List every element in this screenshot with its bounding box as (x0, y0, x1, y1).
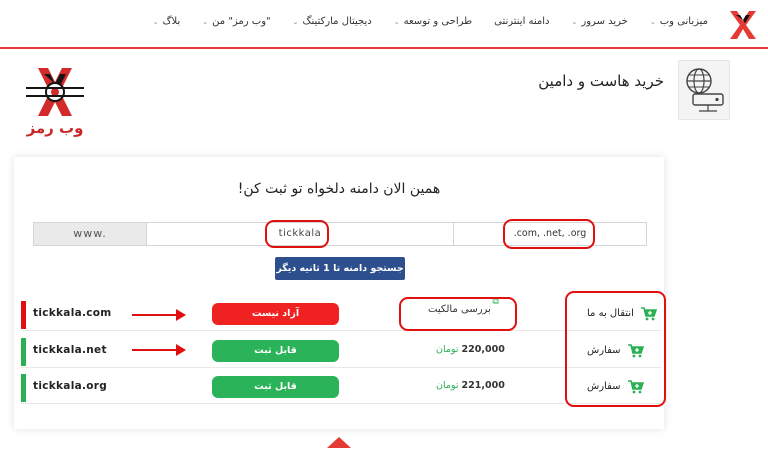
nav-item-design-development[interactable]: طراحی و توسعه ⌄ (394, 16, 472, 27)
highlight-domain-input (265, 220, 329, 248)
nav-menu: میزبانی وب ⌄ خرید سرور ⌄ دامنه اینترنتی طر… (131, 16, 708, 27)
price: 220,000 تومان (436, 344, 505, 355)
chevron-down-icon: ⌄ (393, 17, 400, 26)
www-prefix: www. (34, 223, 147, 245)
globe-server-icon (678, 60, 730, 120)
chevron-down-icon: ⌄ (571, 17, 578, 26)
result-domain: tickkala.org (33, 380, 108, 392)
site-logo-icon[interactable] (730, 11, 756, 39)
status-badge: آزاد نیست (212, 303, 339, 325)
nav-item-domain[interactable]: دامنه اینترنتی (494, 16, 549, 27)
nav-item-my-webramz[interactable]: "وب رمز" من ⌄ (202, 16, 270, 27)
status-badge: قابل ثبت (212, 376, 339, 398)
page-title: خرید هاست و دامین (538, 72, 664, 90)
chevron-down-icon: ⌄ (649, 17, 656, 26)
nav-item-buy-server[interactable]: خرید سرور ⌄ (572, 16, 628, 27)
search-domain-button[interactable]: جستجو دامنه تا 1 ثانیه دیگر (275, 257, 405, 280)
chevron-down-icon: ⌄ (202, 17, 209, 26)
brand-logo[interactable]: وب رمز (14, 66, 96, 138)
highlight-check-ownership (399, 297, 517, 331)
result-domain: tickkala.com (33, 307, 112, 319)
top-navigation: میزبانی وب ⌄ خرید سرور ⌄ دامنه اینترنتی طر… (0, 0, 768, 49)
status-bar (21, 374, 26, 402)
nav-item-blog[interactable]: بلاگ ⌄ (153, 16, 181, 27)
status-bar (21, 338, 26, 366)
chevron-down-icon: ⌄ (152, 17, 159, 26)
search-heading: همین الان دامنه دلخواه تو ثبت کن! (237, 181, 441, 197)
nav-item-digital-marketing[interactable]: دیجیتال مارکتینگ ⌄ (293, 16, 372, 27)
price: 221,000 تومان (436, 380, 505, 391)
highlight-actions (565, 291, 666, 407)
annotation-arrow (132, 309, 186, 321)
status-bar (21, 301, 26, 329)
chevron-down-icon: ⌄ (292, 17, 299, 26)
brand-name: وب رمز (26, 119, 84, 137)
status-badge: قابل ثبت (212, 340, 339, 362)
result-domain: tickkala.net (33, 344, 107, 356)
annotation-arrow (132, 344, 186, 356)
highlight-extensions (503, 219, 595, 249)
nav-item-web-hosting[interactable]: میزبانی وب ⌄ (650, 16, 708, 27)
domain-search-card: همین الان دامنه دلخواه تو ثبت کن! www. t… (14, 157, 666, 429)
scroll-up-icon[interactable] (327, 437, 351, 448)
